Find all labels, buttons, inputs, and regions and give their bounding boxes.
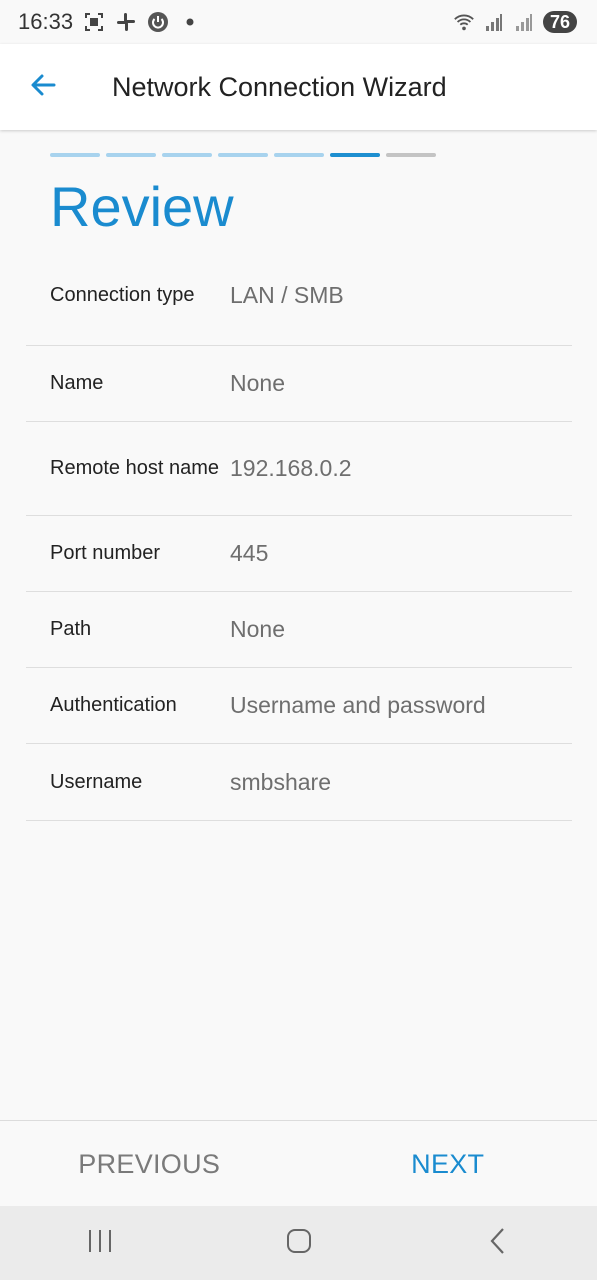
review-row-remote-host: Remote host name 192.168.0.2 xyxy=(26,422,572,516)
dot-icon xyxy=(179,11,201,33)
status-bar: 16:33 76 xyxy=(0,0,597,44)
review-value: Username and password xyxy=(230,692,486,718)
review-row-port: Port number 445 xyxy=(26,516,572,592)
screenshot-icon xyxy=(83,11,105,33)
step-segment xyxy=(274,153,324,157)
status-time: 16:33 xyxy=(18,9,74,34)
recent-apps-icon xyxy=(85,1228,115,1259)
signal-icon xyxy=(513,11,535,33)
system-back-button[interactable] xyxy=(468,1213,528,1273)
app-bar: Network Connection Wizard xyxy=(0,44,597,130)
step-segment-current xyxy=(330,153,380,157)
battery-indicator: 76 xyxy=(542,11,577,33)
power-icon xyxy=(147,11,169,33)
review-value: smbshare xyxy=(230,768,331,795)
status-right: 76 xyxy=(453,11,577,33)
slack-icon xyxy=(115,11,137,33)
review-label: Remote host name xyxy=(50,457,219,479)
step-segment xyxy=(50,153,100,157)
back-button[interactable] xyxy=(0,44,86,130)
status-left: 16:33 xyxy=(18,9,201,35)
review-label: Connection type xyxy=(50,284,195,306)
review-row-connection-type: Connection type LAN / SMB xyxy=(26,246,572,346)
previous-button[interactable]: PREVIOUS xyxy=(0,1149,299,1180)
review-value: 445 xyxy=(230,540,269,566)
review-value: 192.168.0.2 xyxy=(230,455,352,481)
step-segment xyxy=(218,153,268,157)
signal-icon xyxy=(483,11,505,33)
review-value: None xyxy=(230,616,285,642)
step-segment xyxy=(386,153,436,157)
home-icon xyxy=(285,1227,313,1260)
review-label: Name xyxy=(50,372,104,394)
review-label: Authentication xyxy=(50,694,177,716)
review-row-authentication: Authentication Username and password xyxy=(26,668,572,744)
system-nav-bar xyxy=(0,1206,597,1280)
review-label: Path xyxy=(50,618,92,640)
next-button[interactable]: NEXT xyxy=(299,1149,597,1180)
review-row-username: Username smbshare xyxy=(26,744,572,821)
arrow-left-icon xyxy=(28,70,58,105)
wizard-footer: PREVIOUS NEXT xyxy=(0,1120,597,1207)
recent-apps-button[interactable] xyxy=(70,1213,130,1273)
wifi-icon xyxy=(453,11,475,33)
review-label: Port number xyxy=(50,542,161,564)
home-button[interactable] xyxy=(269,1213,329,1273)
review-label: Username xyxy=(50,770,143,793)
review-value: None xyxy=(230,370,285,396)
step-segment xyxy=(106,153,156,157)
review-row-name: Name None xyxy=(26,346,572,422)
review-list: Connection type LAN / SMB Name None Remo… xyxy=(26,246,572,821)
step-segment xyxy=(162,153,212,157)
app-title: Network Connection Wizard xyxy=(112,71,447,102)
page-title: Review xyxy=(50,175,234,238)
review-value: LAN / SMB xyxy=(230,282,344,308)
wizard-step-indicator xyxy=(50,153,436,157)
chevron-left-icon xyxy=(488,1226,508,1261)
review-row-path: Path None xyxy=(26,592,572,668)
